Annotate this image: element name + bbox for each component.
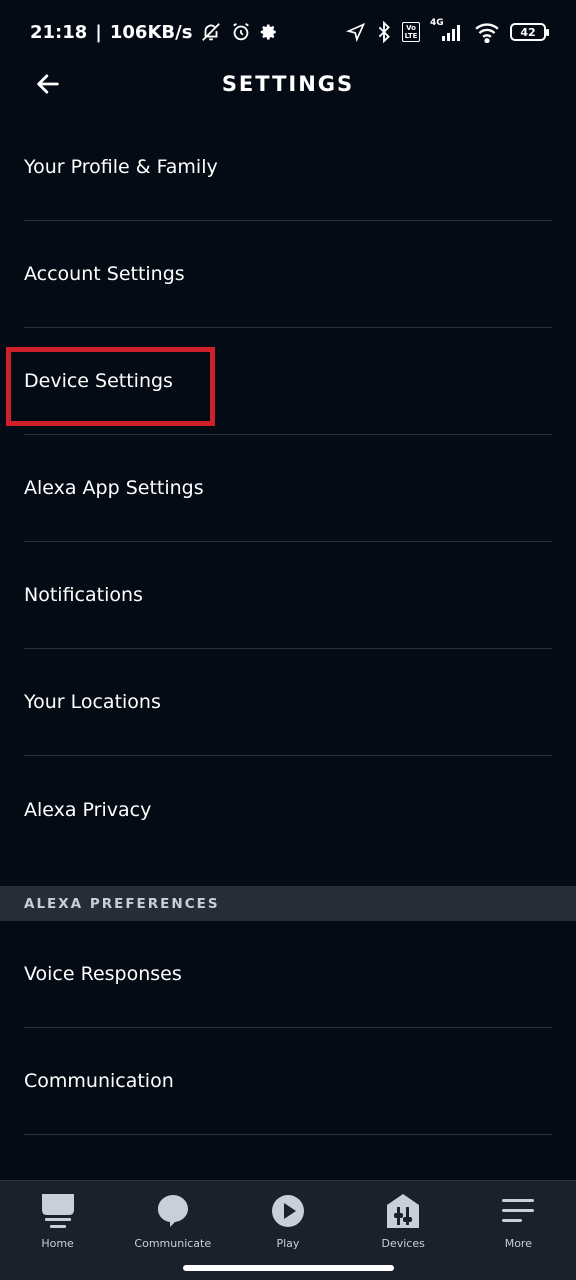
section-header-alexa-preferences: ALEXA PREFERENCES xyxy=(0,886,576,921)
wifi-icon xyxy=(474,21,500,43)
back-arrow-icon xyxy=(37,74,59,94)
status-separator: | xyxy=(95,21,102,43)
network-speed: 106KB/s xyxy=(109,21,193,43)
nav-label-more: More xyxy=(504,1237,532,1250)
network-type: 4G xyxy=(430,18,444,28)
status-time: 21:18 xyxy=(30,21,88,43)
menu-item-communication[interactable]: Communication xyxy=(24,1028,552,1135)
volte-icon: Vo LTE xyxy=(402,22,420,42)
nav-item-home[interactable]: Home xyxy=(8,1191,108,1280)
menu-item-notifications[interactable]: Notifications xyxy=(24,542,552,649)
highlight-box xyxy=(6,347,215,426)
menu-item-account-settings[interactable]: Account Settings xyxy=(24,221,552,328)
home-indicator[interactable] xyxy=(183,1265,394,1271)
app-header: SETTINGS xyxy=(0,64,576,104)
menu-item-profile-family[interactable]: Your Profile & Family xyxy=(24,114,552,221)
battery-level: 42 xyxy=(520,25,536,39)
alarm-icon xyxy=(230,21,252,43)
signal-icon: 4G xyxy=(430,18,464,42)
gear-icon xyxy=(260,23,278,41)
home-icon xyxy=(38,1191,78,1231)
muted-bell-icon xyxy=(200,21,222,43)
bluetooth-icon xyxy=(376,21,392,43)
menu-item-voice-responses[interactable]: Voice Responses xyxy=(24,921,552,1028)
nav-label-play: Play xyxy=(276,1237,300,1250)
status-bar: 21:18 | 106KB/s Vo LTE 4G 42 xyxy=(0,0,576,64)
play-icon xyxy=(268,1191,308,1231)
nav-label-home: Home xyxy=(41,1237,74,1250)
location-arrow-icon xyxy=(346,22,366,42)
menu-icon xyxy=(498,1191,538,1231)
nav-label-communicate: Communicate xyxy=(134,1237,212,1250)
chat-bubble-icon xyxy=(153,1191,193,1231)
battery-icon: 42 xyxy=(510,23,549,41)
devices-icon xyxy=(383,1191,423,1231)
status-right: Vo LTE 4G 42 xyxy=(346,18,549,43)
back-button[interactable] xyxy=(32,68,64,100)
nav-label-devices: Devices xyxy=(381,1237,425,1250)
page-title: SETTINGS xyxy=(221,72,355,96)
nav-item-more[interactable]: More xyxy=(468,1191,568,1280)
preferences-list: Voice Responses Communication xyxy=(0,921,576,1135)
status-left: 21:18 | 106KB/s xyxy=(30,21,278,43)
menu-item-alexa-privacy[interactable]: Alexa Privacy xyxy=(24,756,552,863)
menu-item-alexa-app-settings[interactable]: Alexa App Settings xyxy=(24,435,552,542)
menu-item-your-locations[interactable]: Your Locations xyxy=(24,649,552,756)
settings-list: Your Profile & Family Account Settings D… xyxy=(0,114,576,863)
